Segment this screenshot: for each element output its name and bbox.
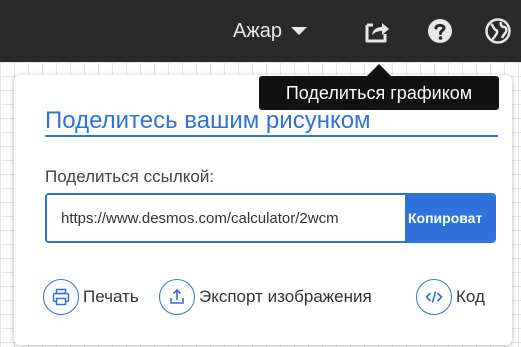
export-image-button[interactable]: Экспорт изображения [159,277,372,317]
app-root: Ажар Поделиться графиком Поделитесь ваши… [0,0,521,347]
user-name: Ажар [233,19,282,42]
help-icon[interactable] [427,18,453,44]
share-link-label: Поделиться ссылкой: [45,167,215,186]
title-divider [45,135,498,137]
user-menu[interactable]: Ажар [233,16,307,46]
top-bar: Ажар [0,0,521,62]
share-actions: Печать Экспорт изображения Код [43,277,503,317]
print-button[interactable]: Печать [43,277,139,317]
caret-down-icon [290,27,307,35]
panel-title: Поделитесь вашим рисунком [45,107,371,134]
print-label: Печать [83,287,139,306]
embed-code-button[interactable]: Код [416,277,485,317]
share-tooltip: Поделиться графиком [259,76,499,110]
export-icon [159,279,195,315]
export-image-label: Экспорт изображения [199,287,372,306]
copy-button[interactable]: Копироват [405,195,494,241]
globe-icon[interactable] [485,18,511,44]
embed-code-label: Код [456,287,485,306]
share-icon[interactable] [364,18,390,44]
tooltip-text: Поделиться графиком [285,82,473,103]
share-link-input[interactable] [47,195,407,241]
embed-code-icon [416,279,452,315]
print-icon [43,279,79,315]
share-panel: Поделитесь вашим рисунком Поделиться ссы… [14,75,512,345]
share-link-box: Копироват [45,193,496,243]
tooltip-arrow [367,64,391,76]
